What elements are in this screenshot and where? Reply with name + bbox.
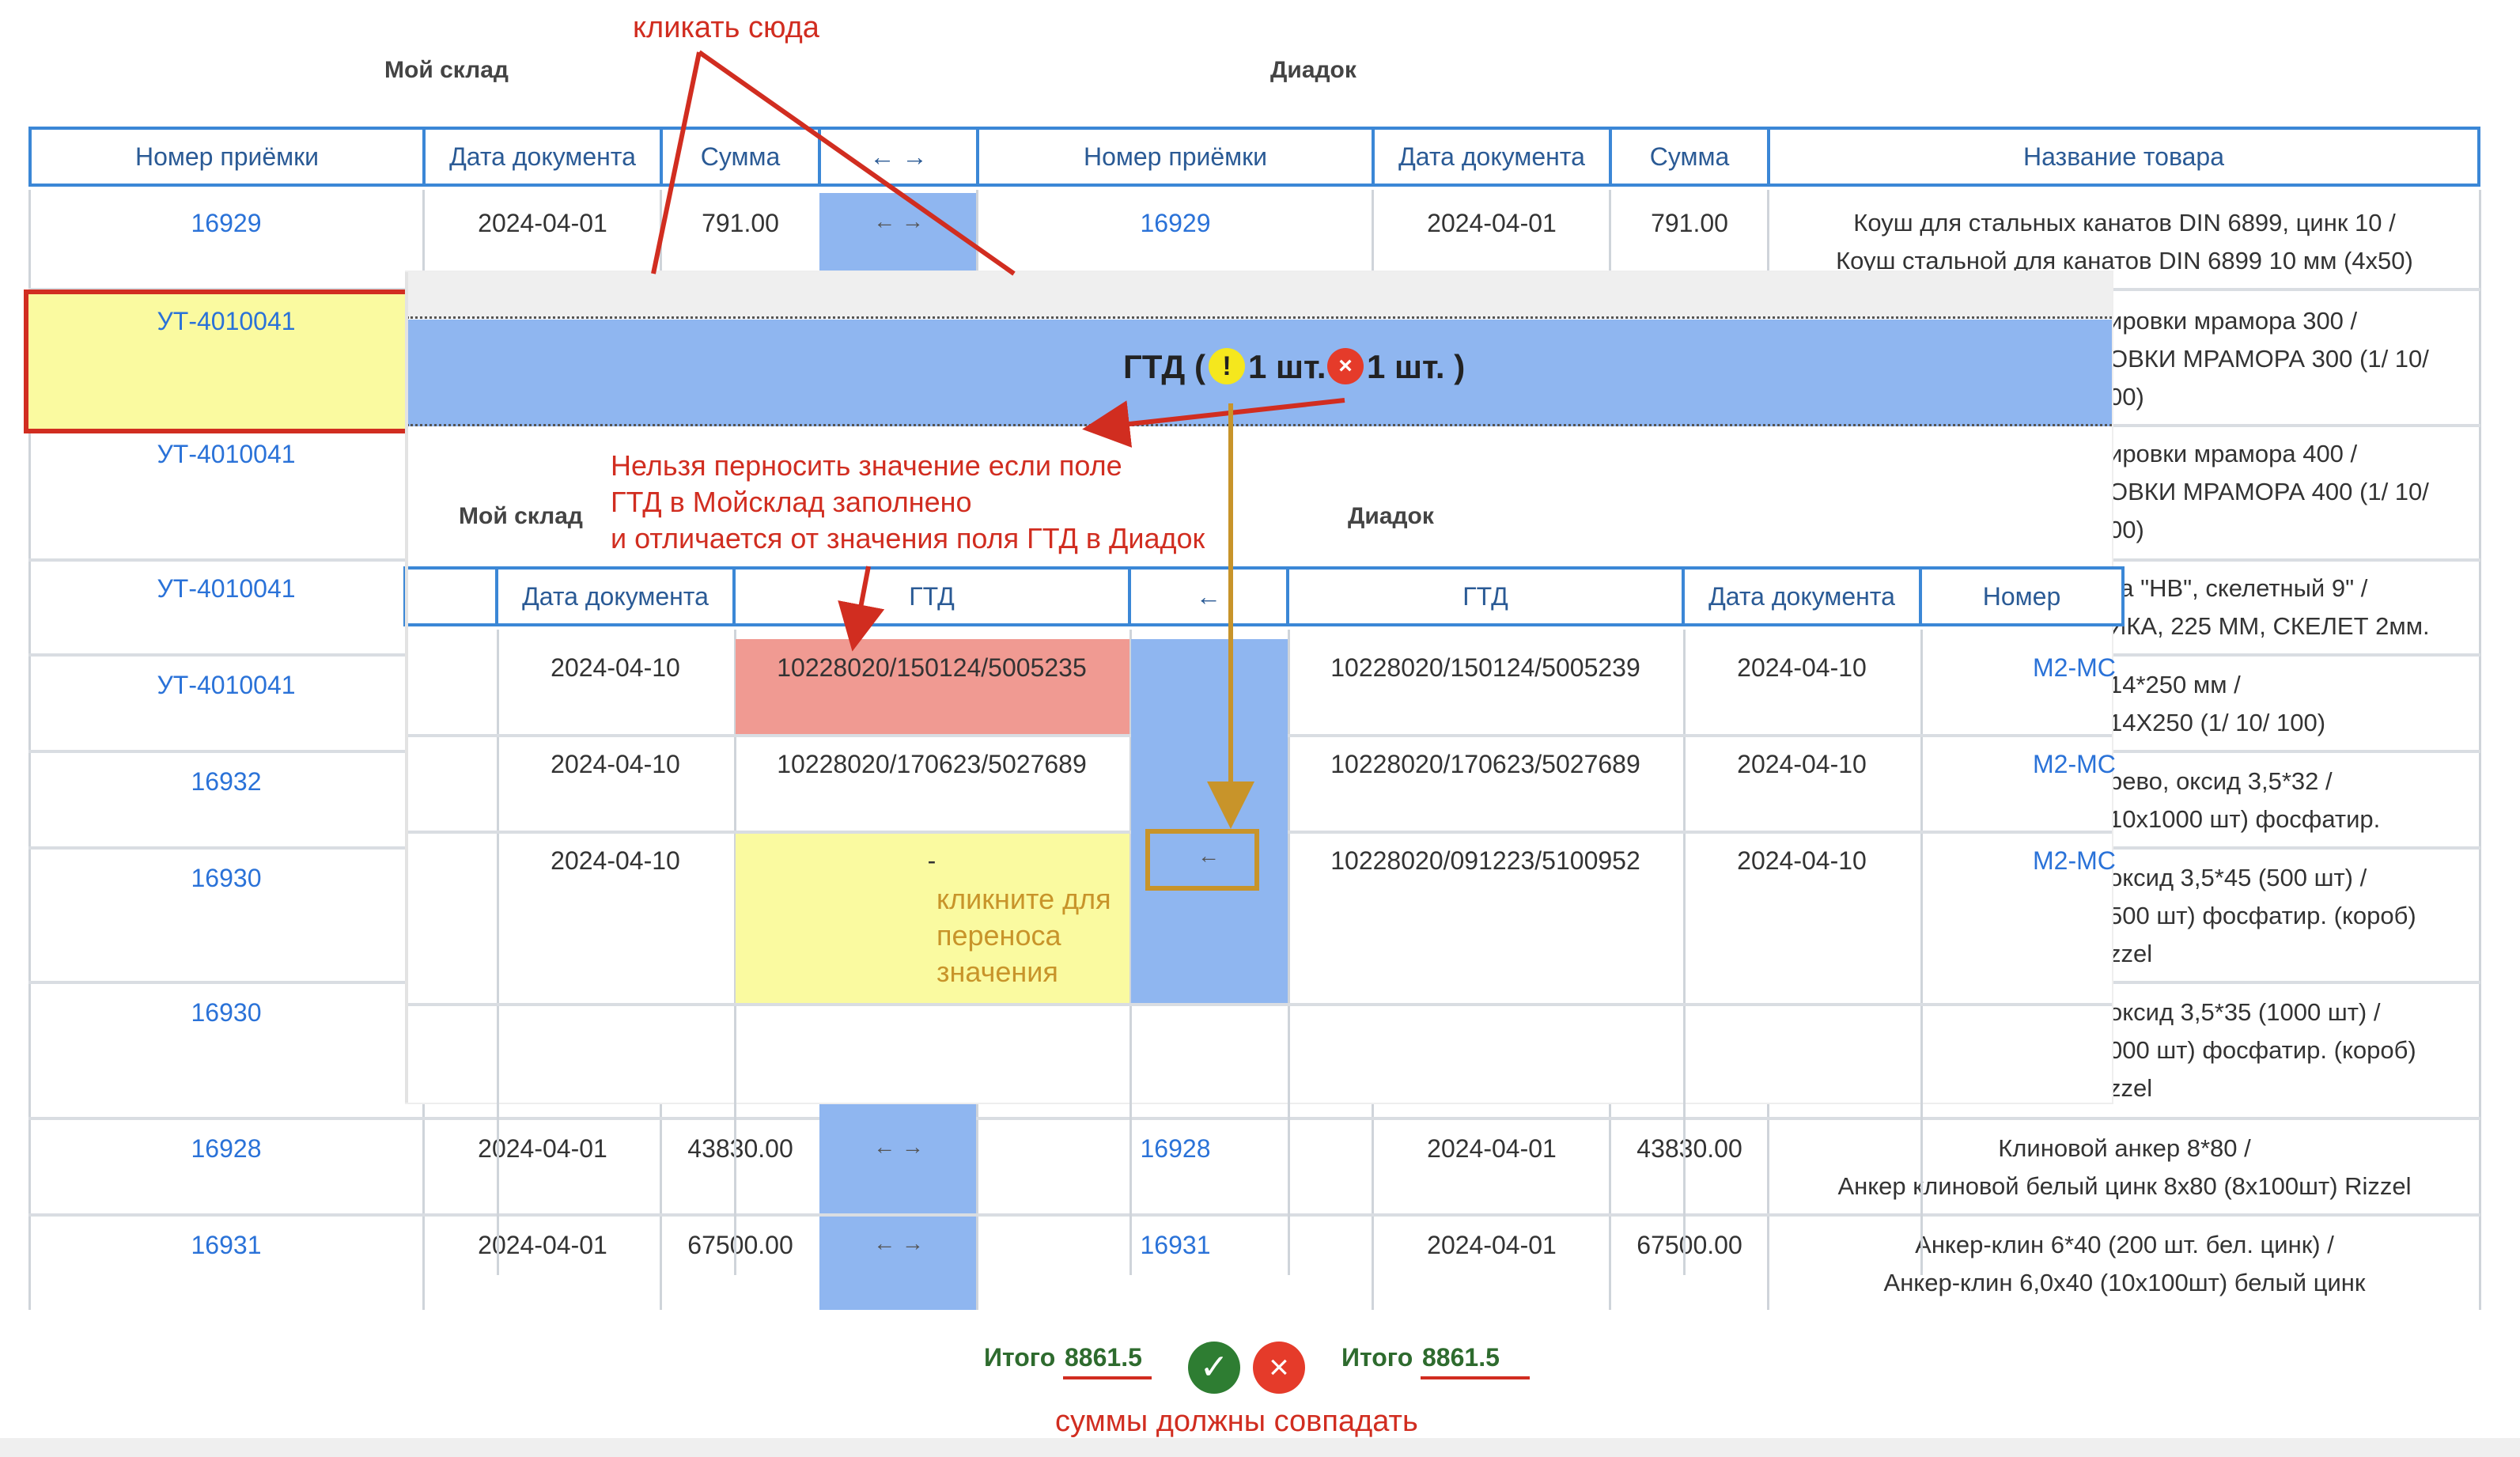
annotation-arrows xyxy=(651,50,1345,829)
annotation-arrow-line xyxy=(698,50,1016,276)
annotation-arrow xyxy=(838,566,885,652)
annotation-arrow xyxy=(1082,398,1345,448)
annotation-arrow-line xyxy=(651,51,702,274)
